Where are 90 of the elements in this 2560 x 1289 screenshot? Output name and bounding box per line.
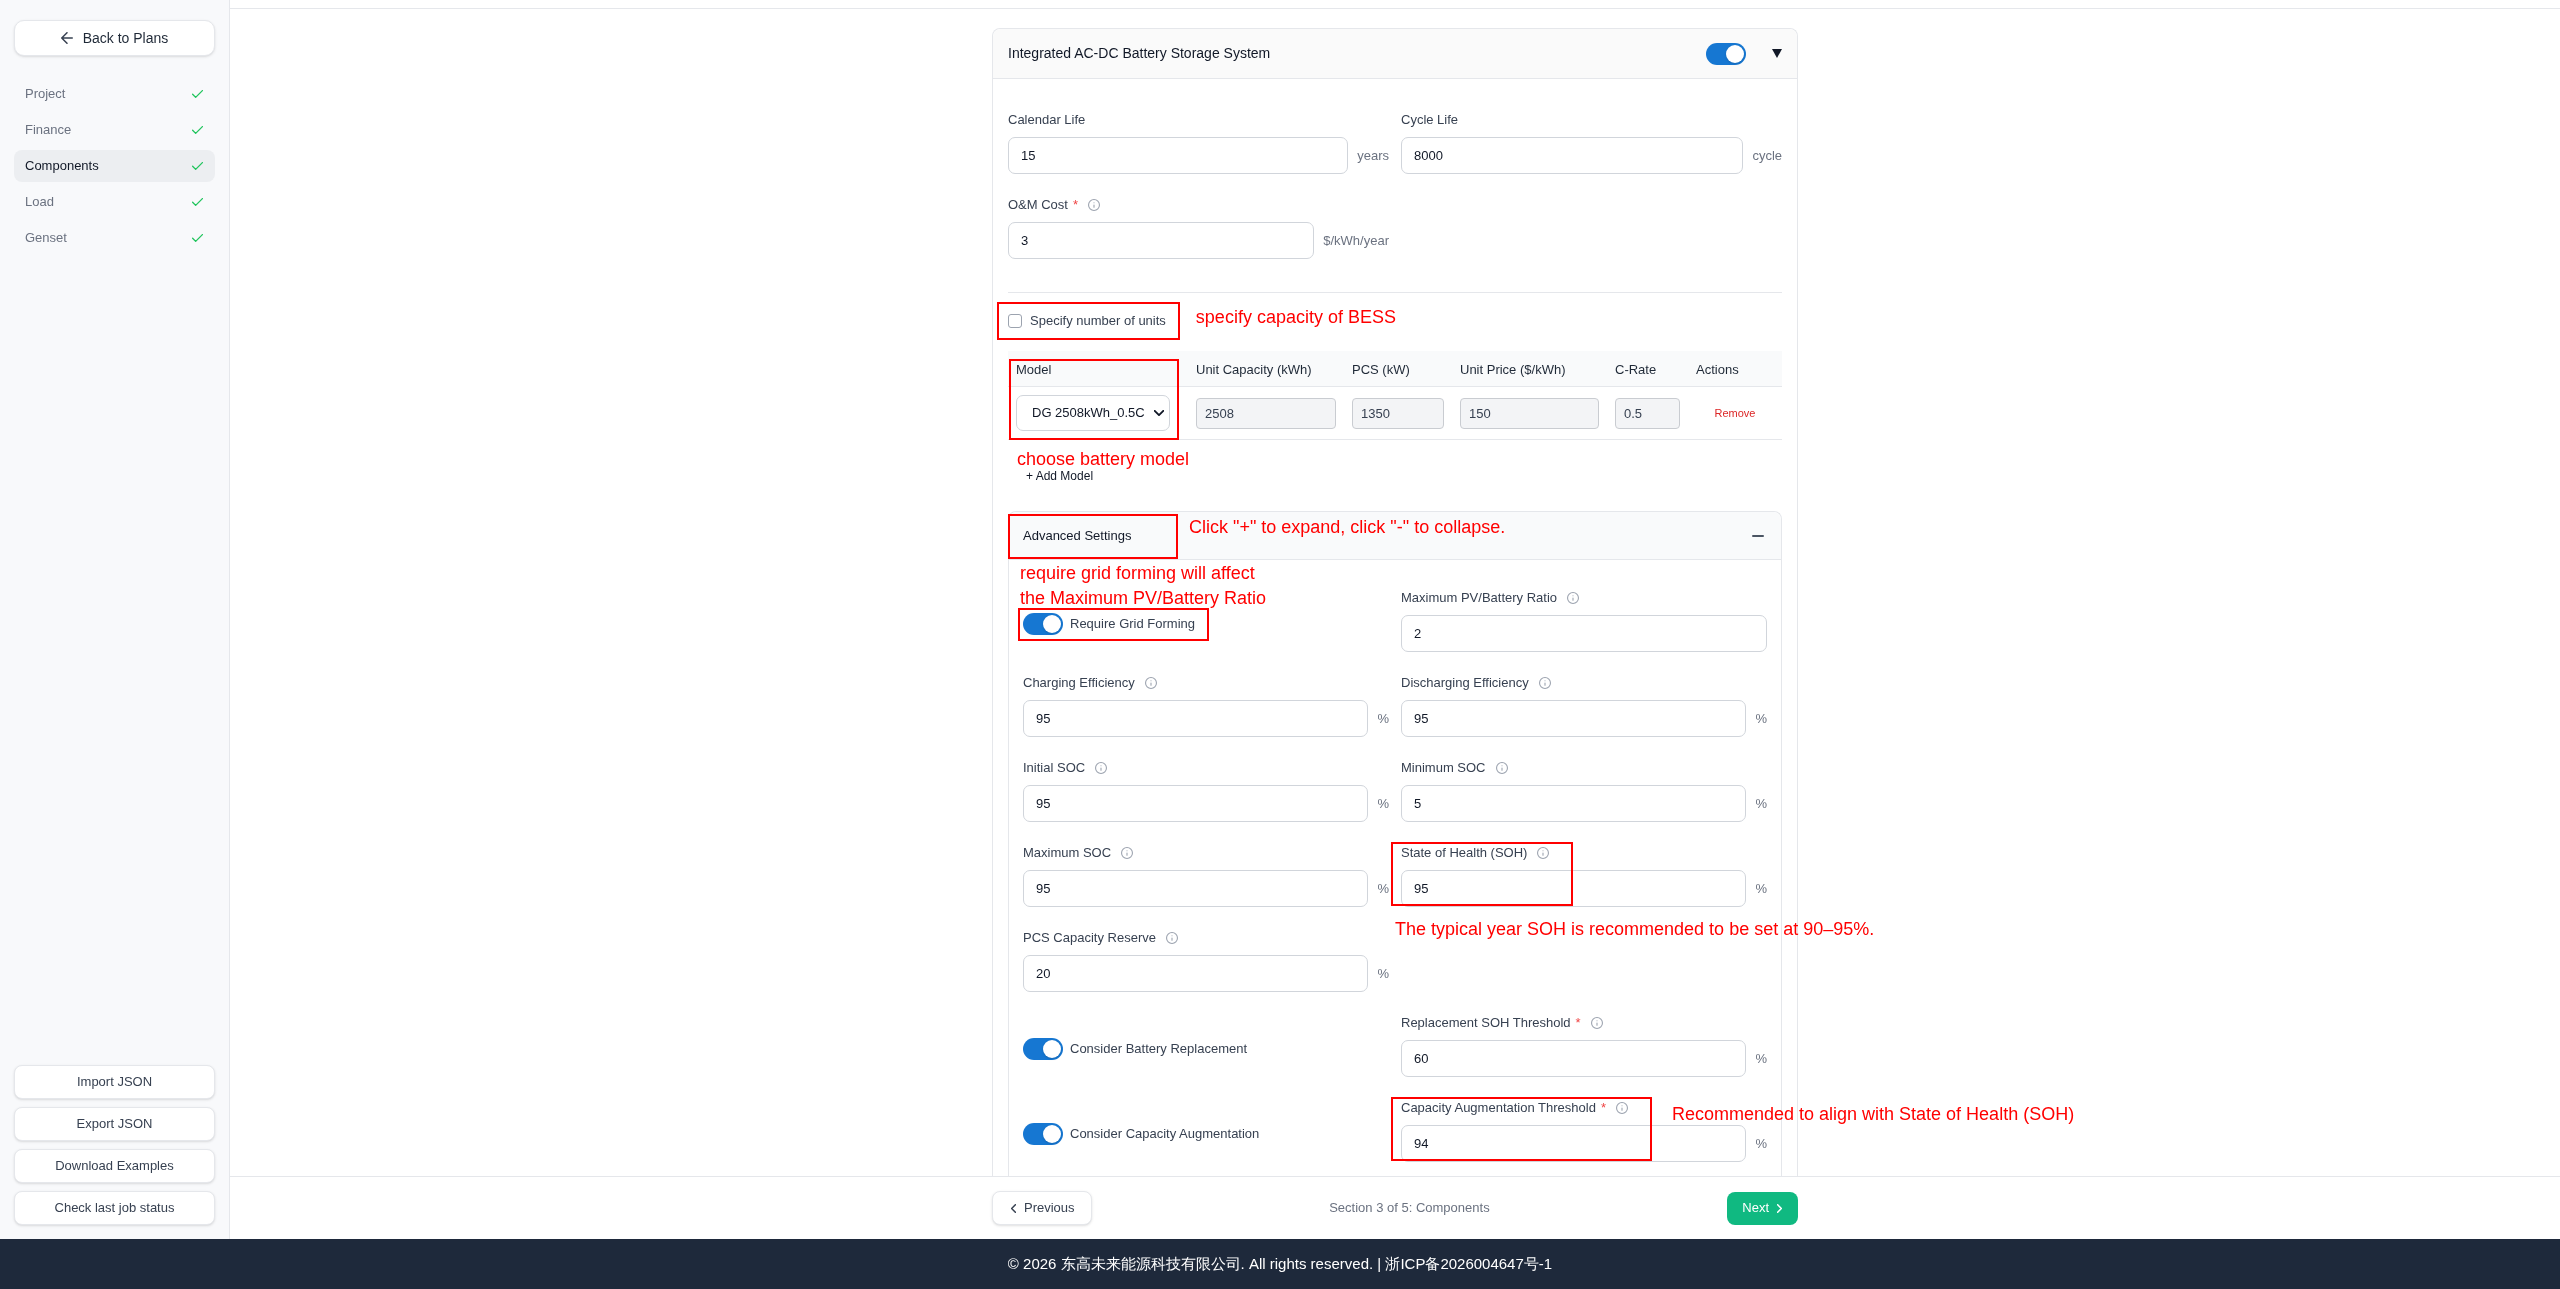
input-field[interactable]: 60	[1401, 1040, 1747, 1077]
annotation-note: Click "+" to expand, click "-" to collapse.	[1189, 516, 1506, 538]
nav-item[interactable]: Load	[14, 186, 215, 218]
toggle-label: Consider Battery Replacement	[1070, 1040, 1248, 1059]
column-header: Model	[1016, 361, 1052, 377]
input-field[interactable]: 150	[1460, 397, 1599, 429]
unit-label: cycle	[1752, 146, 1782, 165]
caret-down-icon[interactable]	[1772, 49, 1782, 58]
input-field[interactable]: 5	[1401, 785, 1747, 822]
sidebar-action-button[interactable]: Export JSON	[14, 1107, 215, 1141]
annotation-note: choose battery model	[1017, 449, 1190, 469]
chevron-left-icon	[1011, 1203, 1016, 1213]
sidebar-action-button[interactable]: Import JSON	[14, 1065, 215, 1099]
unit-label: %	[1755, 709, 1767, 728]
input-field[interactable]: 2	[1401, 615, 1767, 652]
input-field[interactable]: 3	[1008, 222, 1315, 259]
input-field[interactable]: 95	[1023, 785, 1369, 822]
card-title: Integrated AC-DC Battery Storage System	[1008, 44, 1272, 63]
unit-label: %	[1755, 1049, 1767, 1068]
toggle-label: Consider Capacity Augmentation	[1070, 1125, 1260, 1144]
input-field[interactable]: 95	[1401, 700, 1747, 737]
back-button[interactable]: Back to Plans	[14, 20, 215, 56]
chevron-down-icon	[1154, 410, 1164, 416]
unit-label: years	[1357, 146, 1389, 165]
unit-label: %	[1377, 964, 1389, 983]
nav-item[interactable]: Components	[14, 150, 215, 182]
field-label: Minimum SOC	[1401, 759, 1486, 777]
input-field[interactable]: 15	[1008, 137, 1349, 174]
annotation-note: Recommended to align with State of Health (SOH)	[1671, 1103, 2075, 1125]
field-label: Charging Efficiency	[1023, 674, 1135, 692]
column-header: Unit Price ($/kWh)	[1460, 361, 1566, 377]
field-label: Calendar Life	[1008, 111, 1086, 129]
model-select[interactable]: DG 2508kWh_0.5C	[1016, 395, 1170, 431]
copyright-text: © 2026 东高未来能源科技有限公司. All rights reserved. | 浙ICP备2026004647号-1	[1007, 1253, 1553, 1274]
input-field[interactable]: 95	[1023, 870, 1369, 907]
toggle-label: Require Grid Forming	[1070, 615, 1195, 634]
toggle-switch[interactable]	[1023, 1123, 1063, 1145]
toggle-switch[interactable]	[1023, 613, 1063, 635]
input-field[interactable]: 8000	[1401, 137, 1744, 174]
input-field[interactable]: 95	[1401, 870, 1747, 907]
sidebar-action-button[interactable]: Check last job status	[14, 1191, 215, 1225]
field-label: Cycle Life	[1401, 111, 1459, 129]
remove-link[interactable]: Remove	[1714, 404, 1756, 422]
previous-button[interactable]: Previous	[992, 1191, 1092, 1225]
input-field[interactable]: 94	[1401, 1125, 1747, 1162]
column-header: C-Rate	[1615, 361, 1657, 377]
column-header: Actions	[1696, 361, 1739, 377]
annotation-note: require grid forming will affect the Maximum PV/Battery Ratio	[1020, 562, 1268, 610]
section-status: Section 3 of 5: Components	[1329, 1199, 1490, 1218]
unit-label: %	[1755, 1134, 1767, 1153]
required-mark: *	[1575, 1014, 1581, 1032]
input-field[interactable]: 0.5	[1615, 397, 1680, 429]
field-label: Capacity Augmentation Threshold	[1401, 1099, 1596, 1117]
input-field[interactable]: 95	[1023, 700, 1369, 737]
arrow-left-icon	[60, 32, 73, 44]
unit-label: %	[1377, 794, 1389, 813]
field-label: Maximum SOC	[1023, 844, 1112, 862]
field-label: Initial SOC	[1023, 759, 1086, 777]
column-header: Unit Capacity (kWh)	[1196, 361, 1312, 377]
field-label: Maximum PV/Battery Ratio	[1401, 589, 1558, 607]
column-header: PCS (kW)	[1352, 361, 1410, 377]
input-field[interactable]: 2508	[1196, 397, 1336, 429]
unit-label: $/kWh/year	[1323, 231, 1389, 250]
field-label: Replacement SOH Threshold	[1401, 1014, 1571, 1032]
unit-label: %	[1755, 794, 1767, 813]
sidebar-action-button[interactable]: Download Examples	[14, 1149, 215, 1183]
add-model-button[interactable]: + Add Model	[1026, 469, 1094, 483]
input-field[interactable]: 1350	[1352, 397, 1444, 429]
nav-item[interactable]: Project	[14, 78, 215, 110]
field-label: State of Health (SOH)	[1401, 844, 1528, 862]
nav-item[interactable]: Genset	[14, 222, 215, 254]
toggle-switch[interactable]	[1706, 42, 1746, 65]
input-field[interactable]: 20	[1023, 955, 1369, 992]
section-title: Advanced Settings	[1023, 526, 1132, 545]
chevron-right-icon	[1777, 1203, 1782, 1213]
minus-icon[interactable]	[1752, 534, 1764, 537]
field-label: O&M Cost	[1008, 196, 1068, 214]
annotation-note: The typical year SOH is recommended to be set at 90–95%.	[1395, 918, 1875, 940]
unit-label: %	[1755, 879, 1767, 898]
checkbox[interactable]	[1008, 314, 1022, 328]
field-label: PCS Capacity Reserve	[1023, 929, 1156, 947]
required-mark: *	[1072, 196, 1079, 214]
unit-label: %	[1377, 709, 1389, 728]
toggle-switch[interactable]	[1023, 1038, 1063, 1060]
checkbox-label: Specify number of units	[1030, 312, 1166, 331]
unit-label: %	[1377, 879, 1389, 898]
nav-item[interactable]: Finance	[14, 114, 215, 146]
field-label: Discharging Efficiency	[1401, 674, 1529, 692]
annotation-note: specify capacity of BESS	[1195, 306, 1396, 328]
required-mark: *	[1600, 1099, 1606, 1117]
